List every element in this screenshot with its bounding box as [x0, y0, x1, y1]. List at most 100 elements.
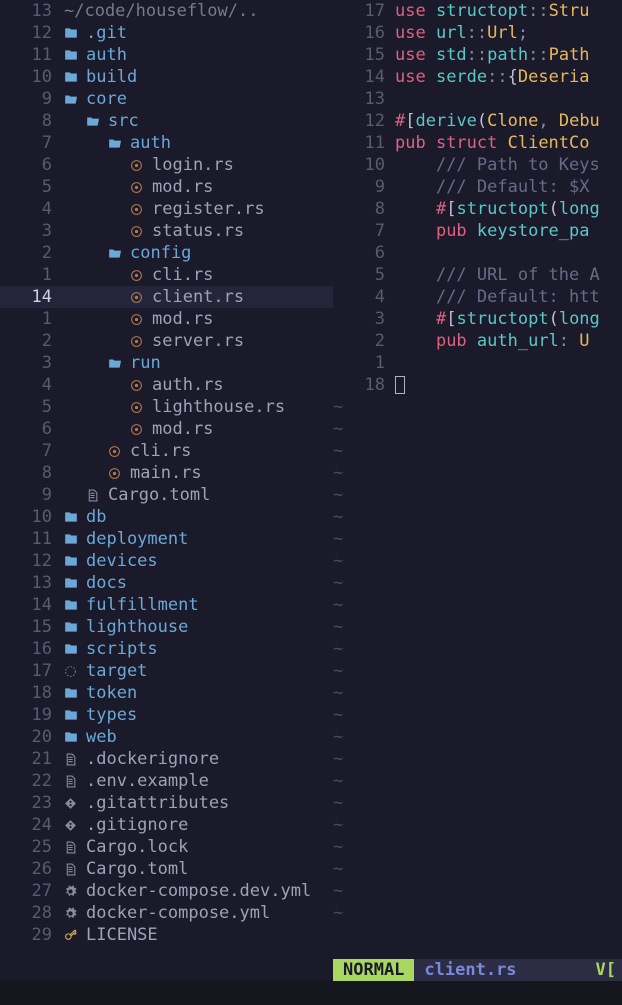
- tree-item[interactable]: 6mod.rs: [0, 418, 333, 440]
- tree-item-label: cli.rs: [130, 440, 191, 462]
- cursor: [395, 376, 405, 394]
- folder-open-icon: [108, 356, 124, 370]
- line-number: 3: [0, 220, 58, 242]
- line-number: 18: [333, 374, 395, 396]
- folder-icon: [64, 554, 80, 568]
- line-number: 14: [0, 594, 58, 616]
- tree-item[interactable]: 24 .gitignore: [0, 814, 333, 836]
- line-number: 24: [0, 814, 58, 836]
- line-number: 12: [0, 550, 58, 572]
- tree-item[interactable]: 28docker-compose.yml: [0, 902, 333, 924]
- code-line[interactable]: 1: [333, 352, 622, 374]
- tree-item[interactable]: 13docs: [0, 572, 333, 594]
- line-number: 7: [333, 220, 395, 242]
- tree-item[interactable]: 12.git: [0, 22, 333, 44]
- tree-item[interactable]: 11auth: [0, 44, 333, 66]
- line-number: 8: [333, 198, 395, 220]
- file-icon: [86, 489, 102, 502]
- empty-line-tilde: ~: [333, 858, 622, 880]
- tree-item[interactable]: 16scripts: [0, 638, 333, 660]
- code-line[interactable]: 14use serde::{Deseria: [333, 66, 622, 88]
- tree-item[interactable]: 8src: [0, 110, 333, 132]
- tree-item[interactable]: 8main.rs: [0, 462, 333, 484]
- code-line[interactable]: 17use structopt::Stru: [333, 0, 622, 22]
- code-line[interactable]: 12#[derive(Clone, Debu: [333, 110, 622, 132]
- line-number: 10: [0, 506, 58, 528]
- tree-item[interactable]: 4register.rs: [0, 198, 333, 220]
- line-number: 1: [333, 352, 395, 374]
- tree-item[interactable]: 29LICENSE: [0, 924, 333, 946]
- tree-item[interactable]: 14fulfillment: [0, 594, 333, 616]
- tree-item[interactable]: 26Cargo.toml: [0, 858, 333, 880]
- code-line[interactable]: 5 /// URL of the A: [333, 264, 622, 286]
- tree-item[interactable]: 2server.rs: [0, 330, 333, 352]
- tree-item-label: token: [86, 682, 137, 704]
- empty-line-tilde: ~: [333, 704, 622, 726]
- code-line[interactable]: 13: [333, 88, 622, 110]
- line-number: 17: [0, 660, 58, 682]
- tree-item[interactable]: 20web: [0, 726, 333, 748]
- code-line[interactable]: 3 #[structopt(long: [333, 308, 622, 330]
- tree-item[interactable]: 18token: [0, 682, 333, 704]
- tree-item[interactable]: 5mod.rs: [0, 176, 333, 198]
- empty-line-tilde: ~: [333, 506, 622, 528]
- code-line[interactable]: 6: [333, 242, 622, 264]
- tree-item[interactable]: 1cli.rs: [0, 264, 333, 286]
- tree-item[interactable]: 27docker-compose.dev.yml: [0, 880, 333, 902]
- tree-item[interactable]: 1mod.rs: [0, 308, 333, 330]
- tree-item[interactable]: 7auth: [0, 132, 333, 154]
- code-line[interactable]: 11pub struct ClientCo: [333, 132, 622, 154]
- file-icon: [64, 775, 80, 788]
- folder-icon: [64, 642, 80, 656]
- line-number: 21: [0, 748, 58, 770]
- code-editor-pane[interactable]: 17use structopt::Stru16use url::Url;15us…: [333, 0, 622, 981]
- empty-line-tilde: ~: [333, 836, 622, 858]
- code-line[interactable]: 2 pub auth_url: U: [333, 330, 622, 352]
- tree-item[interactable]: 25Cargo.lock: [0, 836, 333, 858]
- empty-line-tilde: ~: [333, 638, 622, 660]
- file-icon: [64, 753, 80, 766]
- tree-item[interactable]: 9core: [0, 88, 333, 110]
- tree-item[interactable]: 5lighthouse.rs: [0, 396, 333, 418]
- code-line[interactable]: 15use std::path::Path: [333, 44, 622, 66]
- tree-item[interactable]: 4auth.rs: [0, 374, 333, 396]
- code-line[interactable]: 4 /// Default: htt: [333, 286, 622, 308]
- tree-item[interactable]: 3run: [0, 352, 333, 374]
- file-tree-pane[interactable]: 13 ~/code/houseflow/.. 12.git11auth10bui…: [0, 0, 333, 981]
- line-number: 19: [0, 704, 58, 726]
- code-line[interactable]: 9 /// Default: $X: [333, 176, 622, 198]
- tree-item[interactable]: 15lighthouse: [0, 616, 333, 638]
- tree-item-label: deployment: [86, 528, 188, 550]
- code-line[interactable]: 10 /// Path to Keys: [333, 154, 622, 176]
- tree-item[interactable]: 7cli.rs: [0, 440, 333, 462]
- tree-item[interactable]: 2config: [0, 242, 333, 264]
- empty-line-tilde: ~: [333, 902, 622, 924]
- cursor-line[interactable]: 18: [333, 374, 622, 396]
- line-number: 10: [333, 154, 395, 176]
- code-text: /// Default: htt: [395, 286, 600, 308]
- code-line[interactable]: 7 pub keystore_pa: [333, 220, 622, 242]
- tree-item[interactable]: 11deployment: [0, 528, 333, 550]
- tree-item[interactable]: 12devices: [0, 550, 333, 572]
- code-line[interactable]: 16use url::Url;: [333, 22, 622, 44]
- tree-item[interactable]: 21.dockerignore: [0, 748, 333, 770]
- tree-item[interactable]: 10db: [0, 506, 333, 528]
- target-icon: [64, 665, 80, 678]
- line-number: 4: [0, 198, 58, 220]
- empty-line-tilde: ~: [333, 682, 622, 704]
- tree-item[interactable]: 14client.rs: [0, 286, 333, 308]
- code-line[interactable]: 8 #[structopt(long: [333, 198, 622, 220]
- tree-item[interactable]: 17target: [0, 660, 333, 682]
- empty-line-tilde: ~: [333, 880, 622, 902]
- tree-item[interactable]: 23.gitattributes: [0, 792, 333, 814]
- tree-item-label: .gitignore: [86, 814, 188, 836]
- line-number: 15: [333, 44, 395, 66]
- line-number: 6: [333, 242, 395, 264]
- tree-item[interactable]: 19types: [0, 704, 333, 726]
- tree-item[interactable]: 22.env.example: [0, 770, 333, 792]
- tree-item[interactable]: 9Cargo.toml: [0, 484, 333, 506]
- tree-item[interactable]: 10build: [0, 66, 333, 88]
- tree-item[interactable]: 6login.rs: [0, 154, 333, 176]
- tree-item[interactable]: 3status.rs: [0, 220, 333, 242]
- command-line[interactable]: [0, 981, 622, 1005]
